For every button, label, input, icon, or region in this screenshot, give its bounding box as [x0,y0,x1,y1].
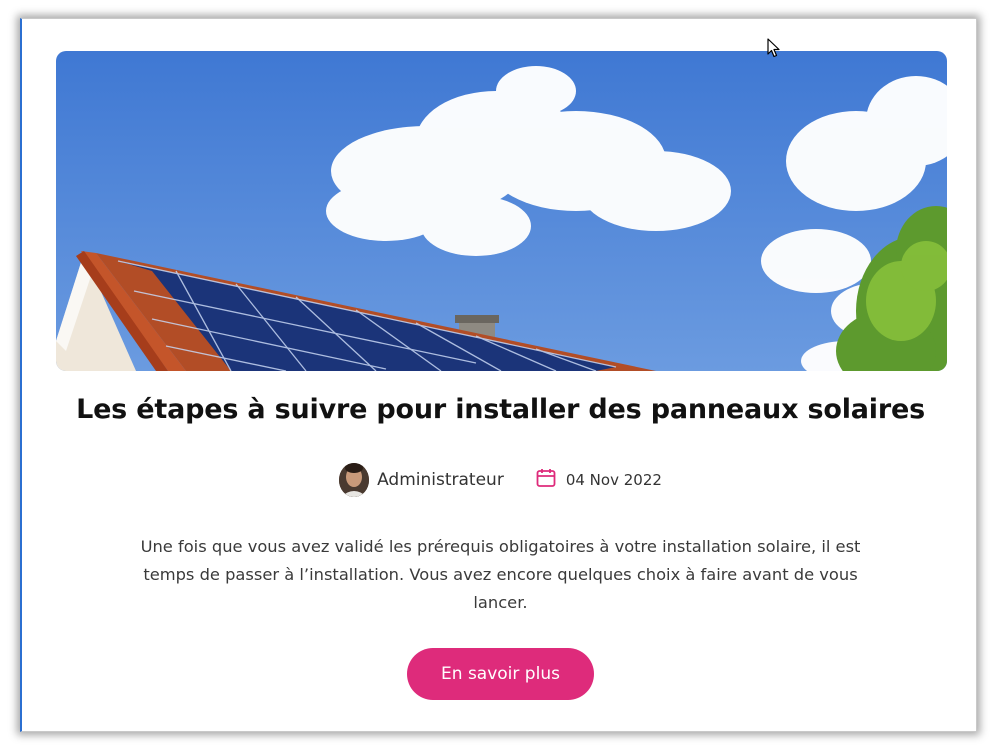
article-card: Les étapes à suivre pour installer des p… [20,18,977,732]
calendar-icon [536,468,556,492]
read-more-button[interactable]: En savoir plus [407,648,594,700]
author-name: Administrateur [377,470,504,490]
article-title[interactable]: Les étapes à suivre pour installer des p… [22,394,979,425]
avatar [339,463,370,497]
cursor-icon [767,38,781,62]
post-date: 04 Nov 2022 [536,468,662,492]
article-meta: Administrateur 04 Nov 2022 [22,463,979,497]
article-excerpt: Une fois que vous avez validé les préreq… [140,537,861,612]
author-info: Administrateur [339,463,504,497]
hero-image[interactable] [56,51,947,371]
date-text: 04 Nov 2022 [565,471,662,489]
